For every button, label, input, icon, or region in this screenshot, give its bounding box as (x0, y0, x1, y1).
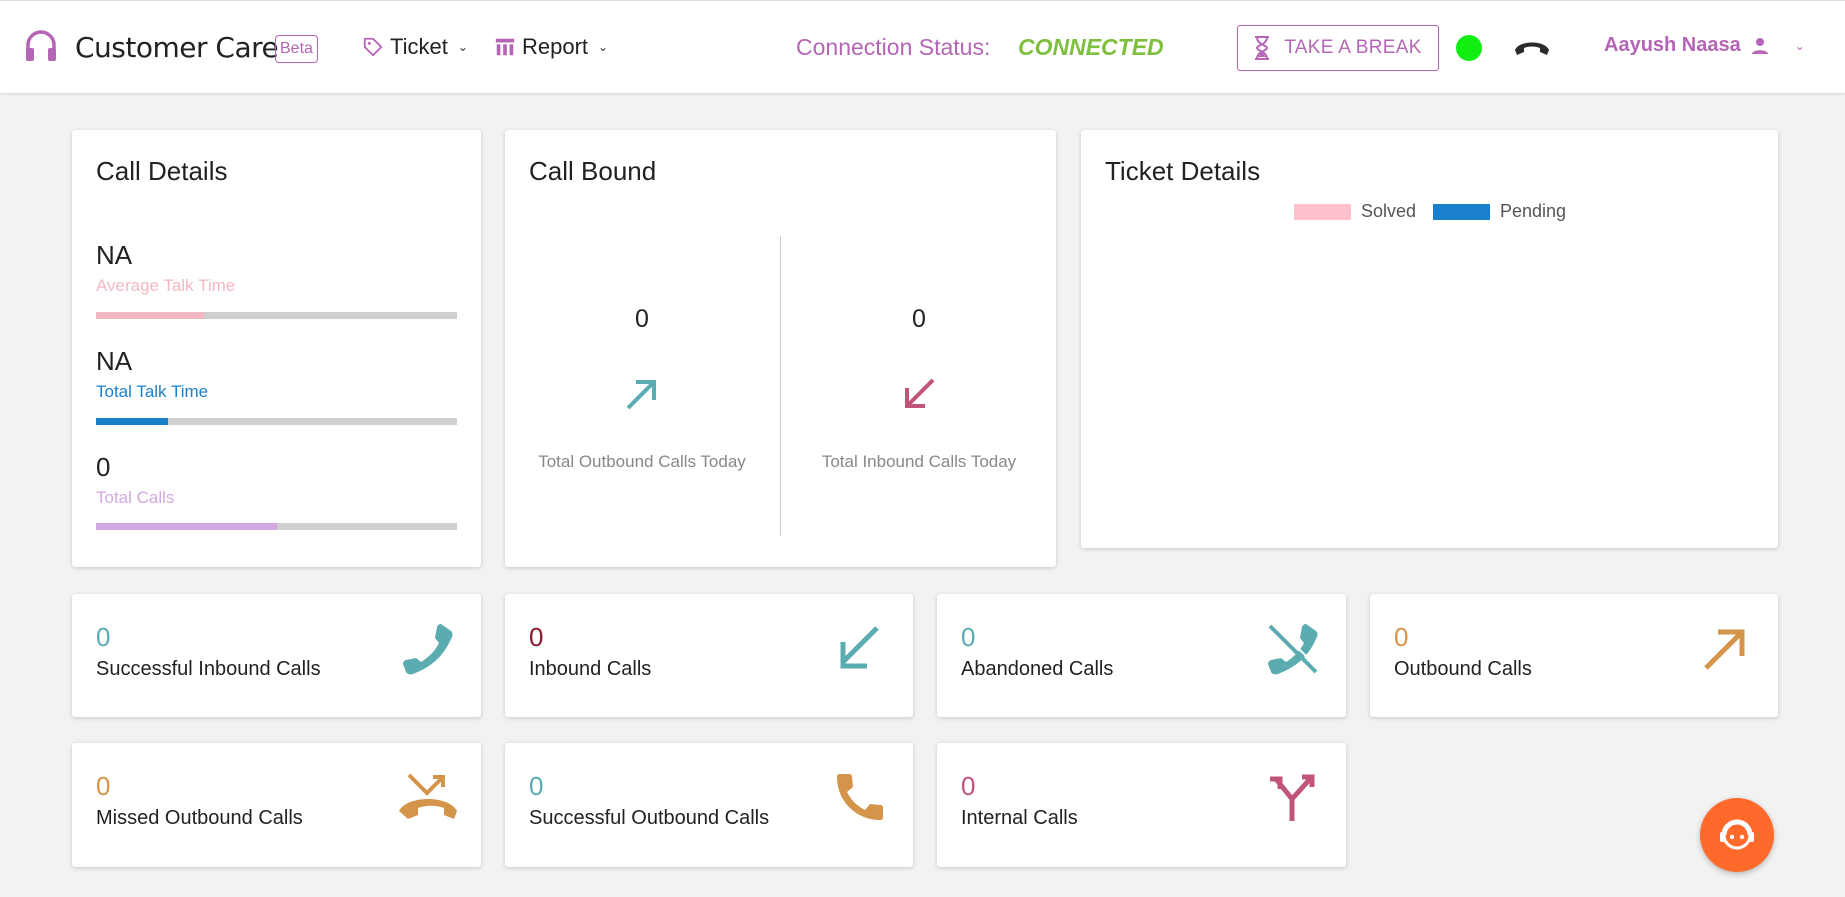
total-calls-label: Total Calls (96, 488, 175, 507)
connection-status-label: Connection Status: (796, 34, 991, 60)
arrow-up-right-icon (1704, 629, 1745, 670)
card-title: Call Bound (529, 156, 657, 186)
average-talk-time-value: NA (96, 240, 133, 270)
chevron-down-icon: ⌄ (598, 40, 609, 54)
user-icon (1751, 37, 1768, 54)
chevron-down-icon: ⌄ (457, 40, 468, 54)
total-talk-time-bar (96, 418, 457, 425)
report-icon (495, 38, 515, 56)
legend-swatch (1294, 203, 1351, 220)
support-chat-button[interactable] (1700, 798, 1774, 872)
average-talk-time-bar (96, 312, 457, 319)
stat-value: 0 (961, 622, 976, 652)
progress-fill (96, 418, 169, 425)
stat-label: Internal Calls (961, 807, 1078, 829)
stat-value: 0 (529, 771, 544, 801)
outbound-today-value: 0 (635, 305, 649, 333)
card-title: Call Details (96, 156, 228, 186)
total-calls-value: 0 (96, 452, 111, 482)
legend-pending[interactable]: Pending (1433, 201, 1566, 222)
arrow-down-left-icon (840, 626, 879, 669)
hangup-phone-icon[interactable] (1512, 36, 1552, 58)
average-talk-time-label: Average Talk Time (96, 276, 236, 295)
app-title: Customer Care (75, 31, 279, 64)
stat-label: Inbound Calls (529, 658, 652, 680)
nav-report-menu[interactable]: Report ⌄ (494, 34, 608, 60)
stat-value: 0 (961, 771, 976, 801)
divider (780, 236, 781, 536)
card-title: Ticket Details (1105, 156, 1261, 186)
phone-icon (837, 774, 883, 820)
stat-label: Abandoned Calls (961, 658, 1114, 680)
nav-ticket-label: Ticket (390, 34, 448, 59)
call-bound-card: Call Bound 0 Total Outbound Calls Today … (505, 130, 1056, 567)
legend-solved[interactable]: Solved (1294, 201, 1416, 222)
beta-badge: Beta (275, 35, 318, 63)
successful-outbound-calls-card[interactable]: 0 Successful Outbound Calls (505, 743, 913, 867)
abandoned-calls-card[interactable]: 0 Abandoned Calls (937, 594, 1346, 717)
headset-icon (26, 30, 56, 61)
stat-label: Outbound Calls (1394, 658, 1532, 680)
nav-ticket-menu[interactable]: Ticket ⌄ (362, 34, 468, 60)
internal-calls-card[interactable]: 0 Internal Calls (937, 743, 1346, 867)
stat-value: 0 (1394, 622, 1409, 652)
progress-fill (96, 523, 277, 530)
ticket-details-card: Ticket Details Solved Pending (1081, 130, 1778, 548)
user-name: Aayush Naasa (1604, 34, 1741, 56)
inbound-calls-card[interactable]: 0 Inbound Calls (505, 594, 913, 717)
user-menu[interactable]: Aayush Naasa ⌄ (1604, 34, 1805, 57)
online-status-indicator (1456, 35, 1482, 61)
stat-value: 0 (96, 622, 111, 652)
call-split-icon (1270, 774, 1315, 821)
inbound-today-label: Total Inbound Calls Today (821, 452, 1017, 471)
stat-label: Successful Inbound Calls (96, 658, 321, 680)
legend-label: Solved (1361, 201, 1417, 221)
take-break-button[interactable]: TAKE A BREAK (1237, 25, 1439, 71)
inbound-today-value: 0 (912, 305, 926, 333)
stat-value: 0 (529, 622, 544, 652)
stat-value: 0 (96, 771, 111, 801)
stat-label: Missed Outbound Calls (96, 807, 303, 829)
call-details-card: Call Details NA Average Talk Time NA Tot… (72, 130, 481, 567)
nav-report-label: Report (522, 34, 589, 59)
successful-inbound-calls-card[interactable]: 0 Successful Inbound Calls (72, 594, 481, 717)
top-header: Customer Care Beta Ticket ⌄ Report ⌄ Con… (0, 0, 1845, 93)
stat-label: Successful Outbound Calls (529, 807, 770, 829)
chevron-down-icon: ⌄ (1794, 38, 1805, 53)
phone-icon (403, 624, 453, 675)
hourglass-icon (1255, 36, 1270, 60)
legend-swatch (1433, 203, 1490, 220)
total-talk-time-value: NA (96, 346, 133, 376)
missed-outbound-calls-card[interactable]: 0 Missed Outbound Calls (72, 743, 481, 867)
connection-status-value: CONNECTED (1018, 34, 1164, 60)
missed-call-icon (399, 773, 457, 819)
take-break-label: TAKE A BREAK (1284, 37, 1422, 58)
arrow-down-left-icon (905, 378, 935, 408)
total-calls-bar (96, 523, 457, 530)
outbound-calls-card[interactable]: 0 Outbound Calls (1370, 594, 1778, 717)
tag-icon (363, 37, 383, 57)
outbound-today-label: Total Outbound Calls Today (538, 452, 746, 471)
progress-fill (96, 312, 205, 319)
legend-label: Pending (1500, 201, 1567, 221)
ticket-chart-area (1105, 240, 1754, 530)
phone-off-icon (1268, 623, 1319, 675)
total-talk-time-label: Total Talk Time (96, 382, 209, 401)
arrow-up-right-icon (626, 380, 656, 410)
support-agent-icon (1720, 819, 1754, 850)
